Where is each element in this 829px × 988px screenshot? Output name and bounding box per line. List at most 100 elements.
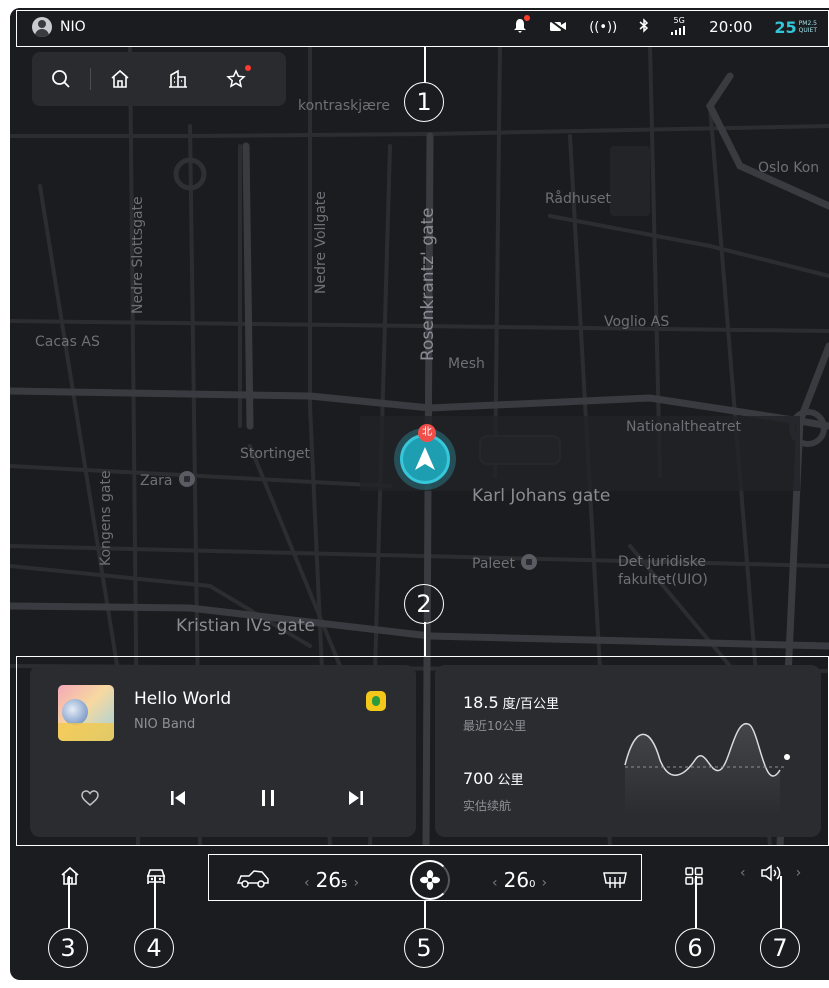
car-side-icon [236, 870, 269, 888]
album-art[interactable] [58, 685, 114, 741]
callout-leader-line [695, 876, 697, 928]
map-label: Kristian IVs gate [176, 616, 315, 636]
temp-down-button[interactable]: ‹ [304, 875, 310, 891]
passenger-temperature[interactable]: ‹ 260 › [492, 868, 547, 892]
wireless-signal-icon: ((•)) [589, 19, 618, 35]
status-bar: NIO ((•)) 5G 20:00 25 PM2.5 QUIET [10, 8, 829, 46]
car-icon [147, 869, 165, 884]
car-display: kontraskjære Oslo Kon Rådhuset Nedre Slo… [10, 8, 829, 980]
music-player-card[interactable]: Hello World NIO Band [30, 665, 416, 837]
bluetooth-icon [639, 18, 649, 36]
map-label: Paleet [472, 556, 515, 572]
user-name[interactable]: NIO [60, 19, 86, 35]
music-app-icon[interactable] [366, 691, 386, 711]
map-label: Nationaltheatret [626, 419, 741, 435]
callout-leader-line [424, 47, 426, 83]
apps-button[interactable] [676, 860, 712, 892]
map-label: Rådhuset [545, 191, 612, 207]
callout-leader-line [424, 901, 426, 928]
like-button[interactable] [70, 783, 110, 813]
callout-leader-line [780, 876, 782, 928]
map-label: Mesh [448, 356, 485, 372]
map-label: Nedre Slottsgate [130, 196, 146, 314]
fan-button[interactable] [410, 860, 450, 900]
callout-leader-line [154, 876, 156, 928]
map-label: Voglio AS [604, 314, 670, 330]
map-label: Karl Johans gate [472, 486, 611, 506]
home-icon [111, 69, 129, 88]
volume-up-button[interactable]: › [796, 865, 802, 881]
volume-down-button[interactable]: ‹ [740, 865, 746, 881]
speaker-icon [760, 864, 780, 882]
map-label: fakultet(UIO) [618, 572, 708, 588]
star-icon [226, 69, 246, 88]
avatar[interactable] [32, 17, 52, 37]
map-label: Rosenkrantz' gate [418, 207, 438, 361]
previous-track-button[interactable] [158, 783, 198, 813]
map-label: Kongens gate [98, 470, 114, 566]
callout-leader-line [424, 622, 426, 656]
energy-consumption-card[interactable]: 18.5 度/百公里 最近10公里 700 公里 实估续航 [435, 665, 821, 837]
next-icon [349, 791, 363, 805]
cellular-5g-icon: 5G [671, 16, 687, 38]
next-track-button[interactable] [336, 783, 376, 813]
volume-control[interactable]: ‹ › [740, 864, 801, 882]
notification-dot [245, 65, 251, 71]
seat-heating-button[interactable] [236, 868, 270, 894]
home-destination-button[interactable] [91, 52, 149, 106]
clock: 20:00 [709, 18, 753, 36]
fan-icon [420, 870, 440, 890]
rear-defrost-icon [603, 872, 627, 888]
search-icon [52, 70, 70, 88]
consumption-label: 最近10公里 [463, 719, 527, 733]
consumption-value: 18.5 度/百公里 [463, 693, 560, 712]
map-label: Stortinget [240, 446, 310, 462]
map-label: kontraskjære [298, 98, 390, 114]
pause-button[interactable] [248, 783, 288, 813]
song-title: Hello World [134, 689, 232, 709]
search-button[interactable] [32, 52, 90, 106]
climate-control: ‹ 265 › ‹ 260 › [220, 858, 654, 904]
office-icon [169, 69, 187, 88]
poi-paleet[interactable]: Paleet [472, 554, 537, 572]
callout-marker-6: 6 [675, 928, 715, 968]
bottom-dock: ‹ 265 › ‹ 260 › ‹ › [10, 846, 829, 906]
air-quality-indicator[interactable]: 25 PM2.5 QUIET [774, 18, 817, 37]
map-label: Nedre Vollgate [313, 191, 329, 294]
callout-marker-5: 5 [404, 928, 444, 968]
shopping-bag-icon [178, 471, 195, 487]
range-value: 700 公里 [463, 769, 524, 788]
temp-down-button[interactable]: ‹ [492, 875, 498, 891]
rear-defrost-button[interactable] [602, 869, 628, 895]
camera-off-icon [549, 18, 567, 36]
artist-name: NIO Band [134, 717, 196, 732]
callout-marker-4: 4 [134, 928, 174, 968]
notification-bell-icon[interactable] [513, 15, 531, 36]
vehicle-button[interactable] [138, 860, 174, 892]
consumption-trend-chart [624, 722, 790, 815]
apps-grid-icon [685, 867, 703, 885]
compass-north-badge[interactable]: 北 [418, 424, 436, 442]
map-label: Cacas AS [35, 334, 100, 350]
map-quick-actions [32, 52, 286, 106]
callout-marker-2: 2 [404, 584, 444, 624]
map-label: Det juridiske [618, 554, 707, 570]
callout-marker-3: 3 [48, 928, 88, 968]
favorites-button[interactable] [207, 52, 265, 106]
temp-up-button[interactable]: › [353, 875, 359, 891]
shopping-bag-icon [521, 554, 537, 570]
poi-zara[interactable]: Zara [140, 471, 195, 489]
map-label: Zara [140, 473, 173, 489]
previous-icon [171, 791, 185, 805]
temp-up-button[interactable]: › [541, 875, 547, 891]
heart-icon [81, 790, 99, 806]
map-label: Oslo Kon [758, 160, 820, 176]
callout-marker-1: 1 [404, 82, 444, 122]
office-destination-button[interactable] [149, 52, 207, 106]
home-button[interactable] [52, 860, 88, 892]
range-label: 实估续航 [463, 799, 512, 813]
home-icon [61, 866, 79, 885]
callout-marker-7: 7 [760, 928, 800, 968]
driver-temperature[interactable]: ‹ 265 › [304, 868, 359, 892]
callout-leader-line [68, 876, 70, 928]
